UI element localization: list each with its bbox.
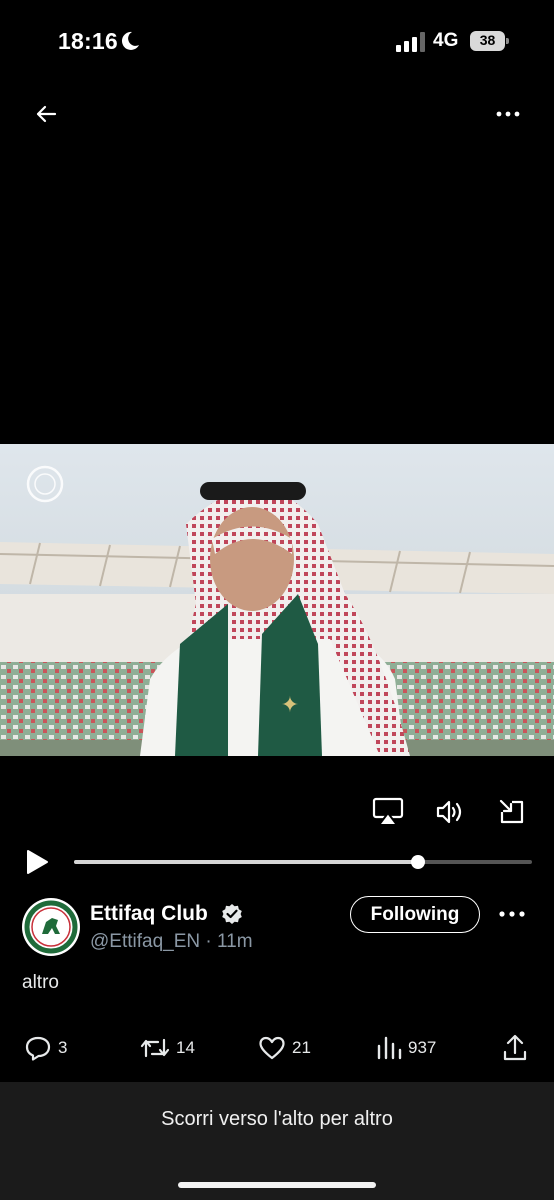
heart-icon	[259, 1036, 285, 1060]
exit-fullscreen-button[interactable]	[494, 794, 530, 830]
share-icon	[503, 1034, 527, 1061]
battery-indicator: 38	[470, 31, 509, 51]
repost-button[interactable]: 14	[140, 1033, 195, 1063]
swipe-up-banner[interactable]: Scorri verso l'alto per altro	[0, 1082, 554, 1200]
moon-icon	[121, 31, 139, 50]
share-button[interactable]	[502, 1033, 528, 1063]
more-horizontal-icon	[499, 911, 525, 917]
volume-icon	[436, 800, 462, 824]
more-horizontal-icon	[496, 111, 520, 117]
reply-count: 3	[58, 1038, 68, 1057]
views-button[interactable]: 937	[376, 1033, 436, 1063]
like-count: 21	[292, 1038, 311, 1057]
club-logo-icon	[24, 900, 78, 954]
back-button[interactable]	[28, 96, 64, 132]
airplay-button[interactable]	[370, 794, 406, 830]
seek-thumb[interactable]	[410, 855, 425, 869]
airplay-icon	[372, 797, 404, 826]
more-options-button[interactable]	[490, 96, 526, 132]
seek-bar[interactable]	[74, 855, 532, 869]
battery-level: 38	[479, 32, 496, 48]
status-bar: 18:16 4G 38	[0, 0, 554, 84]
banner-text: Scorri verso l'alto per altro	[161, 1108, 393, 1130]
like-button[interactable]: 21	[258, 1033, 311, 1063]
repost-icon	[140, 1038, 170, 1058]
reply-button[interactable]: 3	[24, 1033, 67, 1063]
play-icon	[27, 850, 48, 874]
status-time: 18:16	[58, 28, 118, 54]
verified-badge-icon	[222, 904, 242, 924]
network-label: 4G	[433, 30, 459, 51]
home-indicator[interactable]	[178, 1182, 376, 1188]
views-count: 937	[408, 1038, 437, 1057]
seek-progress	[74, 860, 418, 864]
arrow-left-icon	[36, 105, 57, 123]
svg-text:✦: ✦	[281, 693, 299, 718]
views-chart-icon	[377, 1036, 402, 1060]
video-player[interactable]: ✦	[0, 444, 554, 756]
volume-button[interactable]	[432, 794, 468, 830]
following-button[interactable]: Following	[350, 896, 480, 933]
reply-icon	[25, 1036, 51, 1061]
play-button[interactable]	[22, 846, 52, 878]
video-frame-image: ✦	[0, 444, 554, 756]
repost-count: 14	[176, 1038, 195, 1057]
avatar[interactable]	[22, 898, 80, 956]
display-name[interactable]: Ettifaq Club	[90, 902, 208, 926]
post-more-button[interactable]	[494, 896, 530, 932]
signal-icon	[396, 32, 425, 52]
handle-and-time: @Ettifaq_EN · 11m	[90, 931, 253, 952]
exit-fullscreen-icon	[499, 799, 524, 824]
post-text[interactable]: altro	[22, 972, 59, 994]
